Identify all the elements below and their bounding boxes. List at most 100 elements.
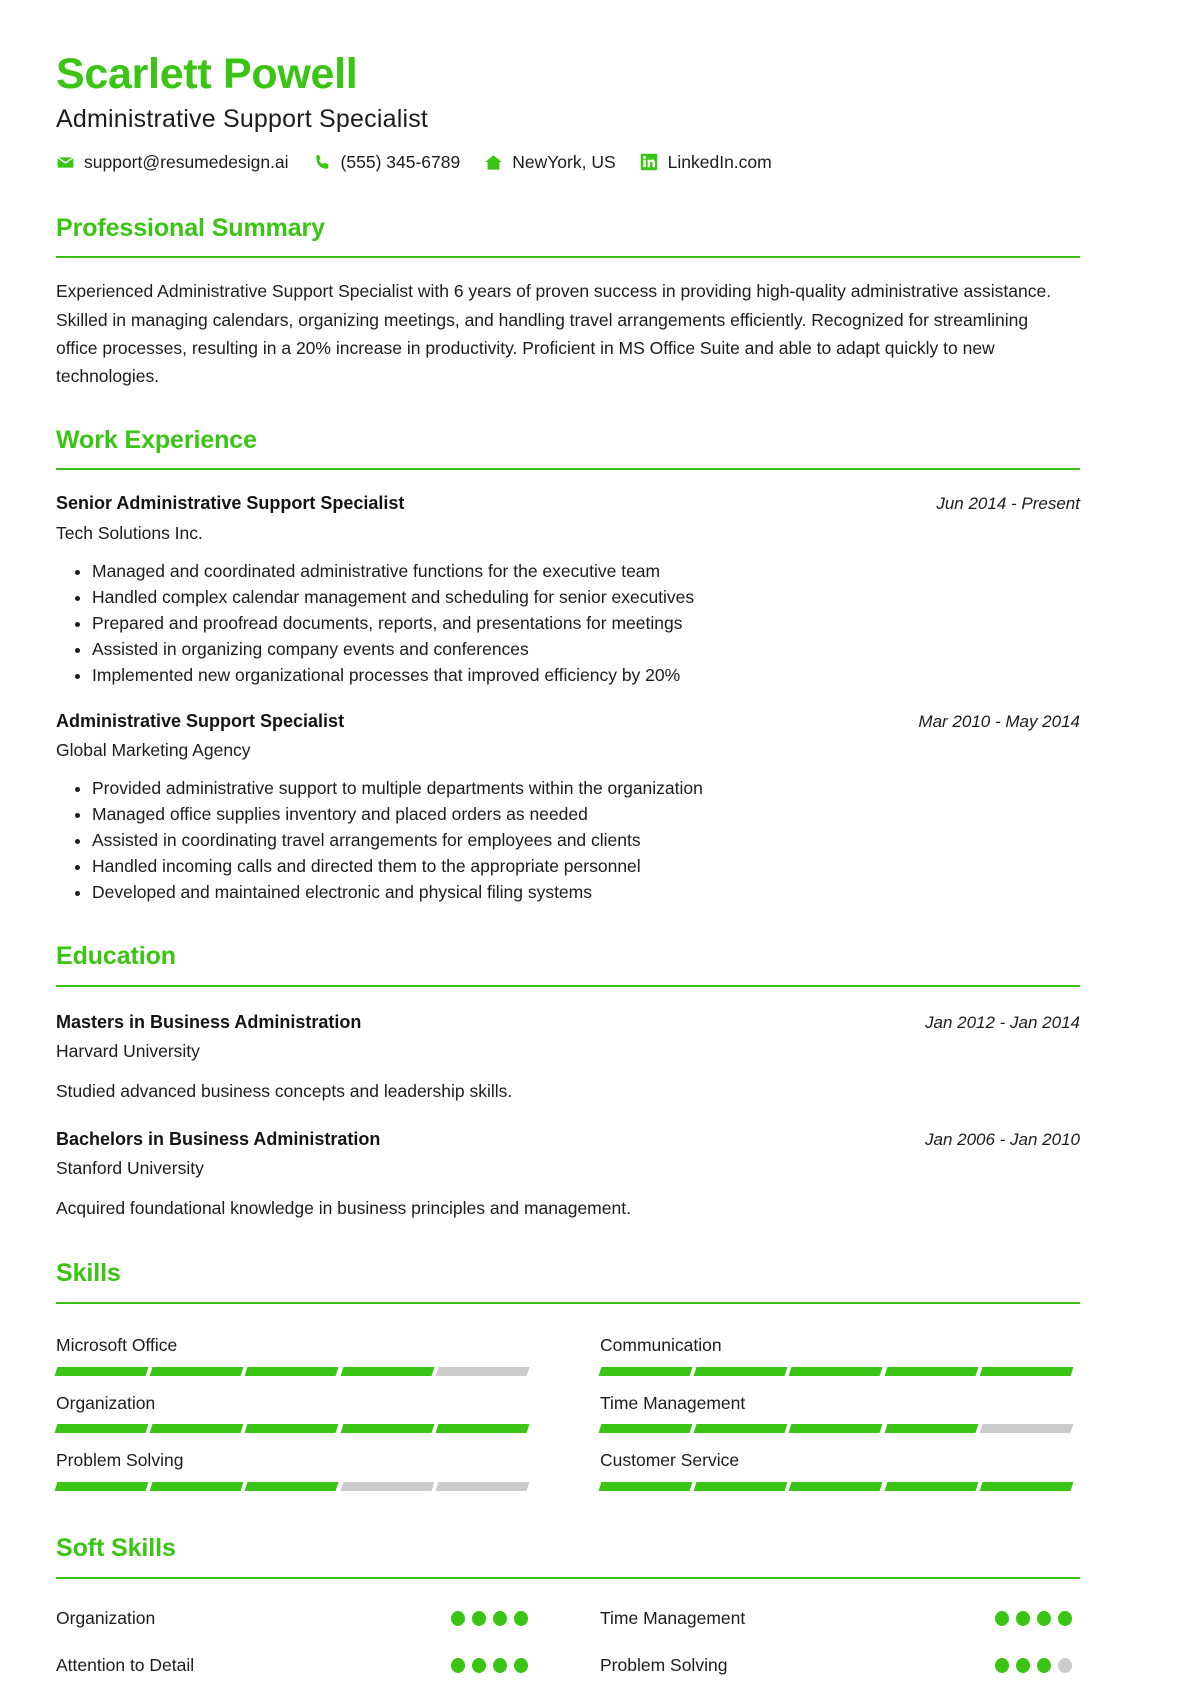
linkedin-icon bbox=[640, 153, 659, 172]
soft-skill-item: Time Management bbox=[600, 1595, 1072, 1642]
section-divider bbox=[56, 984, 1080, 987]
skill-level-bar bbox=[598, 1366, 1074, 1376]
section-soft-skills: Soft Skills Organization Time Management… bbox=[56, 1535, 1080, 1684]
soft-skill-dot bbox=[493, 1657, 507, 1673]
contact-phone-text: (555) 345-6789 bbox=[340, 151, 461, 172]
skill-item: Time Management bbox=[598, 1376, 1080, 1434]
soft-skill-dot bbox=[1037, 1657, 1051, 1673]
work-entry: Senior Administrative Support Specialist… bbox=[56, 492, 1080, 688]
contact-email[interactable]: support@resumedesign.ai bbox=[56, 152, 289, 173]
education-degree: Masters in Business Administration bbox=[56, 1011, 362, 1032]
skill-label: Organization bbox=[56, 1392, 156, 1413]
section-divider bbox=[56, 256, 1080, 259]
soft-skill-label: Organization bbox=[56, 1607, 156, 1628]
section-heading-skills: Skills bbox=[56, 1259, 121, 1288]
contact-location-text: NewYork, US bbox=[512, 151, 616, 172]
education-entry: Masters in Business Administration Jan 2… bbox=[56, 1011, 1080, 1104]
skill-segment bbox=[979, 1424, 1074, 1434]
skill-label: Problem Solving bbox=[56, 1450, 184, 1471]
section-divider bbox=[56, 468, 1080, 471]
skill-segment bbox=[693, 1482, 788, 1492]
soft-skill-label: Problem Solving bbox=[600, 1654, 728, 1675]
skill-label: Time Management bbox=[600, 1392, 746, 1413]
section-skills: Skills Microsoft Office Communication Or… bbox=[54, 1259, 1080, 1492]
work-dates: Jun 2014 - Present bbox=[936, 494, 1080, 514]
soft-skill-dot bbox=[472, 1610, 486, 1626]
skill-segment bbox=[884, 1482, 979, 1492]
soft-skill-dot bbox=[1058, 1657, 1072, 1673]
skill-segment bbox=[979, 1366, 1074, 1376]
skill-segment bbox=[54, 1366, 149, 1376]
soft-skill-rating bbox=[995, 1657, 1072, 1673]
education-description: Studied advanced business concepts and l… bbox=[56, 1081, 513, 1102]
work-entry-header: Senior Administrative Support Specialist… bbox=[56, 492, 1080, 515]
section-professional-summary: Professional Summary Experienced Adminis… bbox=[56, 213, 1080, 391]
section-heading-soft-skills: Soft Skills bbox=[56, 1534, 176, 1563]
skill-segment bbox=[54, 1482, 149, 1492]
resume-header: Scarlett Powell Administrative Support S… bbox=[56, 50, 1080, 173]
skill-segment bbox=[340, 1424, 435, 1434]
skill-segment bbox=[435, 1424, 530, 1434]
skill-level-bar bbox=[598, 1424, 1074, 1434]
soft-skill-item: Organization bbox=[56, 1595, 528, 1642]
contact-phone[interactable]: (555) 345-6789 bbox=[313, 151, 461, 173]
skill-segment bbox=[435, 1482, 530, 1492]
work-organization: Tech Solutions Inc. bbox=[56, 522, 203, 543]
work-bullet: Assisted in coordinating travel arrangem… bbox=[92, 827, 1080, 853]
soft-skill-item: Problem Solving bbox=[600, 1642, 1072, 1684]
skill-level-bar bbox=[54, 1482, 530, 1492]
education-dates: Jan 2012 - Jan 2014 bbox=[924, 1012, 1080, 1032]
skill-item: Problem Solving bbox=[54, 1433, 536, 1492]
phone-icon bbox=[313, 153, 332, 172]
work-entry: Administrative Support Specialist Mar 20… bbox=[56, 710, 1080, 906]
soft-skill-dot bbox=[995, 1610, 1009, 1626]
skill-level-bar bbox=[54, 1424, 530, 1434]
contact-linkedin-text: LinkedIn.com bbox=[667, 151, 772, 172]
soft-skill-rating bbox=[995, 1610, 1072, 1626]
education-degree: Bachelors in Business Administration bbox=[56, 1128, 381, 1149]
work-bullet: Handled incoming calls and directed them… bbox=[92, 853, 1080, 879]
education-entry: Bachelors in Business Administration Jan… bbox=[56, 1128, 1080, 1221]
contact-linkedin[interactable]: LinkedIn.com bbox=[640, 152, 772, 173]
education-dates: Jan 2006 - Jan 2010 bbox=[924, 1129, 1080, 1149]
contact-location[interactable]: NewYork, US bbox=[484, 151, 616, 173]
skill-level-bar bbox=[54, 1366, 530, 1376]
skill-segment bbox=[149, 1424, 244, 1434]
work-bullet: Developed and maintained electronic and … bbox=[92, 879, 1080, 905]
work-bullet: Managed and coordinated administrative f… bbox=[92, 558, 1080, 584]
soft-skills-grid: Organization Time Management Attention t… bbox=[56, 1595, 1080, 1684]
page-title: Scarlett Powell bbox=[56, 50, 358, 98]
work-bullet: Assisted in organizing company events an… bbox=[92, 636, 1080, 662]
skill-item: Customer Service bbox=[598, 1433, 1080, 1492]
work-role: Administrative Support Specialist bbox=[56, 710, 345, 731]
contact-email-text: support@resumedesign.ai bbox=[84, 151, 289, 172]
skill-segment bbox=[149, 1366, 244, 1376]
work-bullet-list: Managed and coordinated administrative f… bbox=[56, 558, 1080, 688]
work-organization: Global Marketing Agency bbox=[56, 740, 251, 761]
soft-skill-rating bbox=[451, 1610, 528, 1626]
skills-grid: Microsoft Office Communication Organizat… bbox=[54, 1318, 1080, 1492]
skill-segment bbox=[435, 1366, 530, 1376]
skill-segment bbox=[54, 1424, 149, 1434]
home-icon bbox=[484, 153, 503, 172]
soft-skill-label: Time Management bbox=[600, 1607, 746, 1628]
skill-item: Organization bbox=[54, 1376, 536, 1434]
education-school: Stanford University bbox=[56, 1158, 204, 1179]
soft-skill-dot bbox=[514, 1610, 528, 1626]
work-role: Senior Administrative Support Specialist bbox=[56, 493, 405, 514]
education-school: Harvard University bbox=[56, 1041, 200, 1062]
soft-skill-dot bbox=[451, 1610, 465, 1626]
soft-skill-dot bbox=[1016, 1610, 1030, 1626]
skill-segment bbox=[598, 1366, 693, 1376]
section-heading-summary: Professional Summary bbox=[56, 213, 325, 242]
skill-segment bbox=[598, 1424, 693, 1434]
contact-row: support@resumedesign.ai (555) 345-6789 N… bbox=[56, 152, 1080, 173]
skill-segment bbox=[340, 1366, 435, 1376]
skill-item: Microsoft Office bbox=[54, 1318, 536, 1376]
soft-skill-dot bbox=[493, 1610, 507, 1626]
section-heading-work: Work Experience bbox=[56, 425, 257, 454]
skill-segment bbox=[598, 1482, 693, 1492]
work-bullet: Implemented new organizational processes… bbox=[92, 662, 1080, 688]
skill-label: Microsoft Office bbox=[56, 1334, 178, 1355]
soft-skill-dot bbox=[1016, 1657, 1030, 1673]
